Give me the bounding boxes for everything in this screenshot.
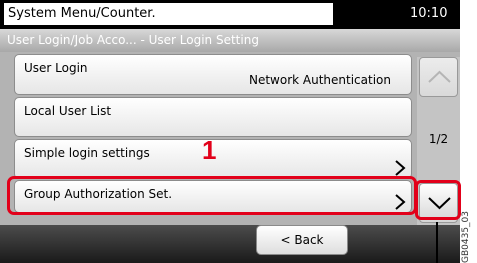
step-number-callout: 1 — [202, 135, 217, 165]
menu-item-label: Local User List — [24, 104, 112, 118]
scroll-up-icon — [428, 70, 451, 83]
menu-item-local-user-list[interactable]: Local User List — [14, 97, 412, 137]
figure-code: GB0435_03 — [461, 210, 471, 263]
page-indicator: 1/2 — [428, 132, 449, 146]
back-button[interactable]: < Back — [256, 225, 348, 255]
highlight-scroll-box — [415, 180, 461, 220]
clock: 10:10 — [410, 6, 448, 21]
callout-pointer-line — [436, 222, 438, 263]
highlight-callout-box — [7, 176, 417, 215]
menu-item-value: Network Authentication — [248, 73, 391, 87]
chevron-right-icon — [395, 160, 406, 176]
breadcrumb: User Login/Job Acco... - User Login Sett… — [0, 29, 460, 52]
menu-item-user-login[interactable]: User Login Network Authentication — [14, 54, 412, 95]
screen-title: System Menu/Counter. — [4, 3, 333, 25]
scroll-up-button[interactable] — [419, 57, 458, 97]
menu-item-label: Simple login settings — [24, 146, 150, 160]
bottom-bar — [0, 225, 460, 263]
status-bar: System Menu/Counter. 10:10 — [0, 0, 460, 29]
menu-item-label: User Login — [24, 61, 88, 75]
touch-panel-screen: System Menu/Counter. 10:10 User Login/Jo… — [0, 0, 460, 263]
